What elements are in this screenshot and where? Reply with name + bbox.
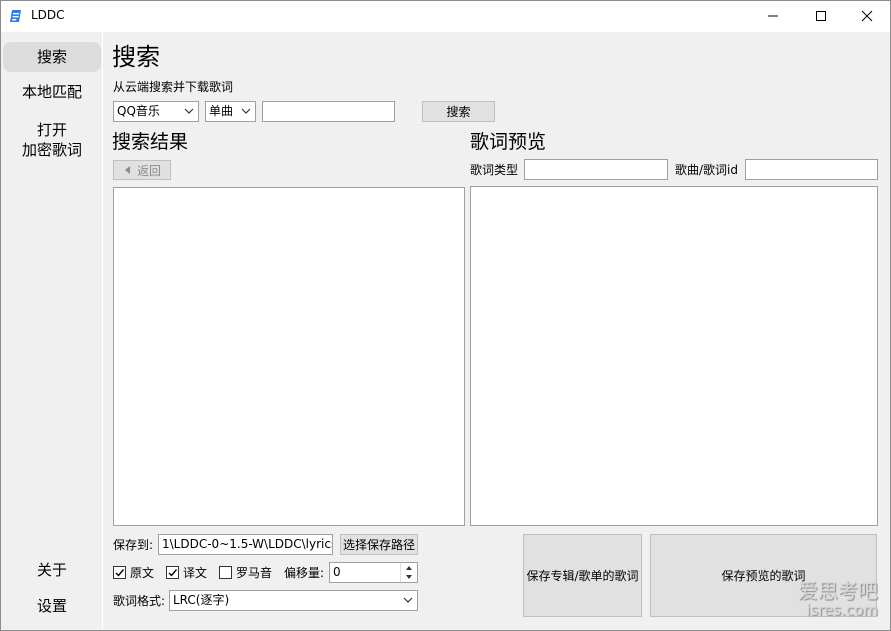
sidebar-item-label: 本地匹配 xyxy=(21,83,82,101)
watermark-line1: 爱思考吧 xyxy=(798,579,878,603)
romaji-label: 罗马音 xyxy=(236,566,273,580)
page-subtitle: 从云端搜索并下载歌词 xyxy=(113,80,234,94)
title-bar: LDDC xyxy=(1,1,890,31)
watermark-line2: isres.com xyxy=(806,601,878,619)
app-window: LDDC 搜索 本地匹配 打开 加密歌词 关于 设置 搜索 从云端搜索并下载歌词… xyxy=(0,0,891,631)
back-button-label: 返回 xyxy=(136,163,161,178)
minimize-button[interactable] xyxy=(750,1,796,31)
minimize-icon xyxy=(768,15,778,17)
watermark: 爱思考吧 isres.com xyxy=(798,580,878,618)
choose-path-button[interactable]: 选择保存路径 xyxy=(340,534,418,555)
sidebar-item-label: 加密歌词 xyxy=(21,141,82,159)
search-button[interactable]: 搜索 xyxy=(422,101,495,122)
search-button-label: 搜索 xyxy=(446,105,471,119)
format-select[interactable]: LRC(逐字) xyxy=(169,590,418,611)
song-id-field[interactable] xyxy=(745,159,878,180)
back-button[interactable]: 返回 xyxy=(113,160,171,180)
offset-label: 偏移量: xyxy=(284,566,325,580)
source-select-value: QQ音乐 xyxy=(117,104,160,118)
format-label: 歌词格式: xyxy=(113,594,166,608)
song-id-label: 歌曲/歌词id xyxy=(675,163,738,177)
save-album-lyrics-button[interactable]: 保存专辑/歌单的歌词 xyxy=(523,534,642,617)
sidebar-item-label: 打开 xyxy=(36,121,67,139)
close-icon xyxy=(861,10,873,22)
chevron-down-icon xyxy=(240,103,252,120)
save-preview-lyrics-label: 保存预览的歌词 xyxy=(721,569,806,583)
checkmark-icon xyxy=(115,569,125,577)
sidebar-item-label: 设置 xyxy=(36,597,67,615)
romaji-checkbox[interactable] xyxy=(219,566,232,579)
checkmark-icon xyxy=(168,569,178,577)
lyrics-type-label: 歌词类型 xyxy=(470,163,519,177)
save-album-lyrics-label: 保存专辑/歌单的歌词 xyxy=(526,569,639,583)
original-checkbox[interactable] xyxy=(113,566,126,579)
search-results-list[interactable] xyxy=(113,187,465,526)
choose-path-button-label: 选择保存路径 xyxy=(342,538,415,552)
translation-label: 译文 xyxy=(183,566,208,580)
offset-value: 0 xyxy=(333,565,341,579)
original-label: 原文 xyxy=(130,566,155,580)
search-input[interactable] xyxy=(262,101,395,122)
sidebar-item-label: 搜索 xyxy=(36,48,67,66)
offset-spinbox[interactable]: 0 xyxy=(329,562,418,583)
results-title: 搜索结果 xyxy=(112,131,189,153)
translation-checkbox[interactable] xyxy=(166,566,179,579)
sidebar-item-about[interactable]: 关于 xyxy=(3,560,101,584)
back-arrow-icon xyxy=(124,166,130,174)
maximize-icon xyxy=(816,11,826,21)
sidebar-item-label: 关于 xyxy=(36,561,67,579)
type-select-value: 单曲 xyxy=(209,104,234,118)
close-button[interactable] xyxy=(844,1,890,31)
sidebar-item-search[interactable]: 搜索 xyxy=(3,42,101,72)
app-logo-icon xyxy=(10,9,24,23)
save-path-label: 保存到: xyxy=(113,538,154,552)
maximize-button[interactable] xyxy=(798,1,844,31)
window-title: LDDC xyxy=(31,8,65,22)
lyrics-type-field[interactable] xyxy=(524,159,668,180)
format-select-value: LRC(逐字) xyxy=(173,593,230,607)
chevron-down-icon xyxy=(183,103,195,120)
sidebar-item-local-match[interactable]: 本地匹配 xyxy=(3,82,101,106)
sidebar-item-settings[interactable]: 设置 xyxy=(3,596,101,620)
main-content: 搜索 从云端搜索并下载歌词 QQ音乐 单曲 搜索 搜索结果 返回 歌词预览 歌词… xyxy=(103,32,890,630)
sidebar-item-open-encrypted[interactable]: 打开 加密歌词 xyxy=(3,120,101,164)
sidebar: 搜索 本地匹配 打开 加密歌词 关于 设置 xyxy=(1,32,102,630)
type-select[interactable]: 单曲 xyxy=(205,101,256,122)
chevron-down-icon xyxy=(402,592,414,609)
save-path-field[interactable]: 1\LDDC-0~1.5-W\LDDC\lyrics xyxy=(158,534,333,555)
spin-arrows-icon[interactable] xyxy=(400,563,416,582)
lyrics-preview-area[interactable] xyxy=(470,186,878,526)
preview-title: 歌词预览 xyxy=(470,131,547,153)
page-title: 搜索 xyxy=(112,43,160,71)
source-select[interactable]: QQ音乐 xyxy=(113,101,199,122)
